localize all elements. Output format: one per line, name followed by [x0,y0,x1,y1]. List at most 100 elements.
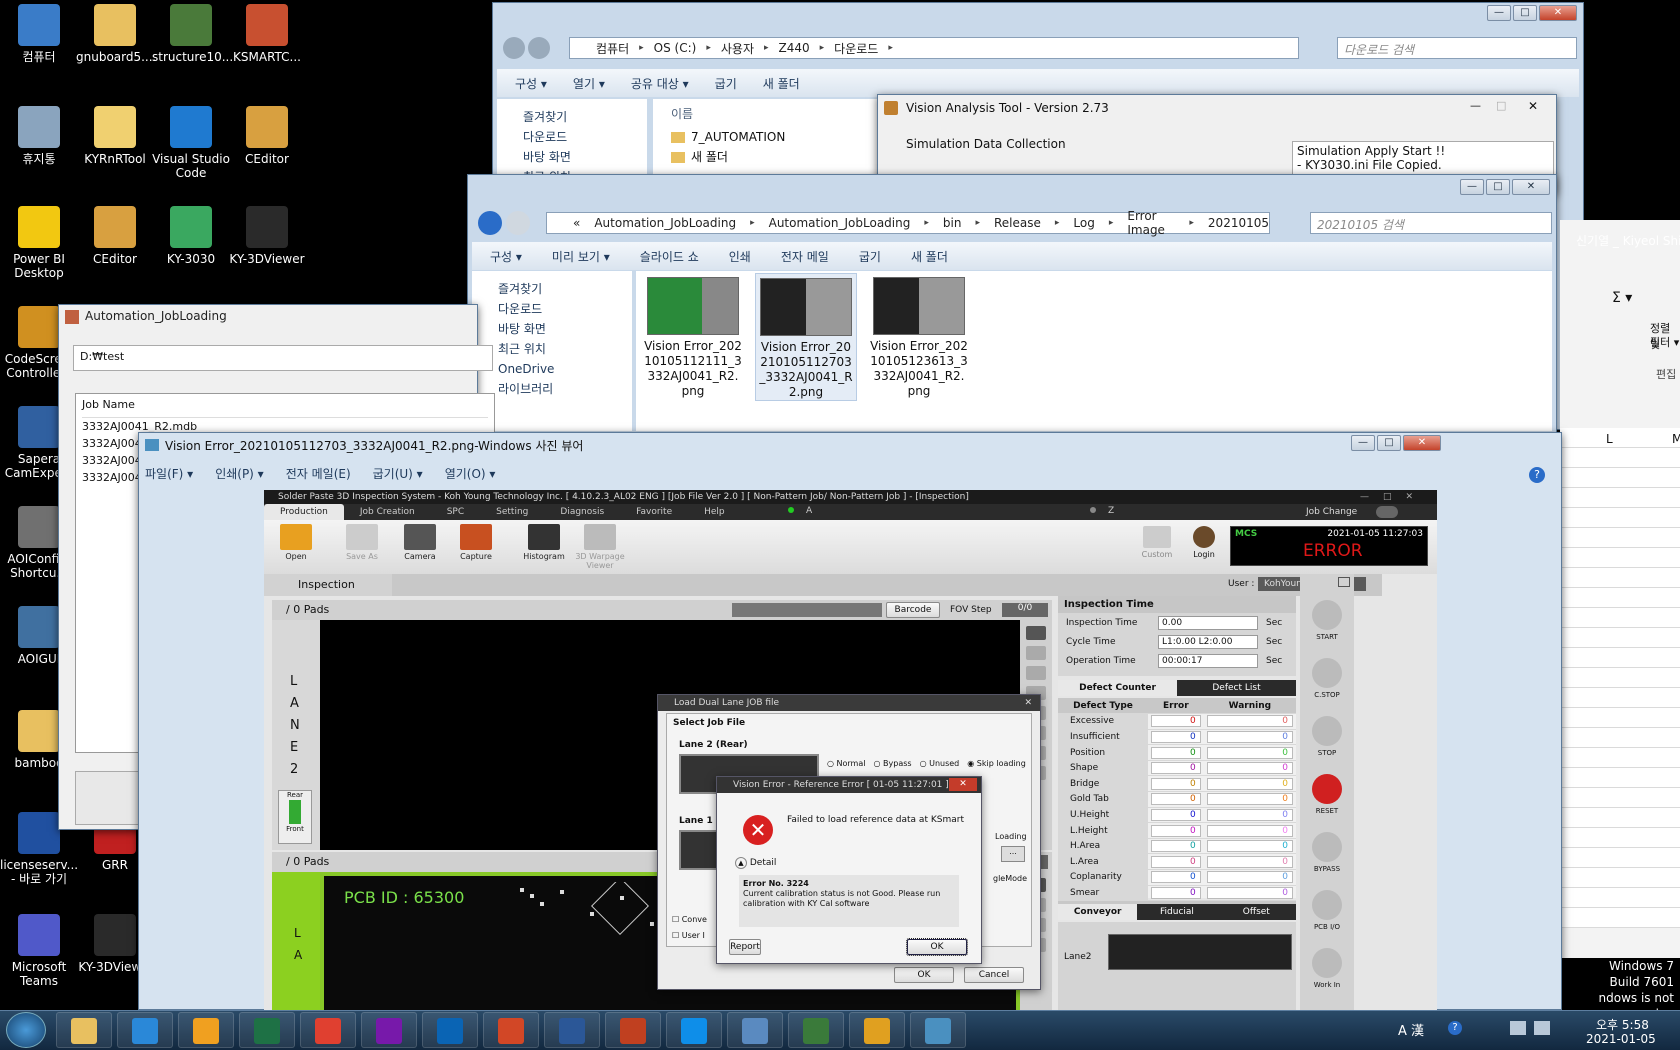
custom-button[interactable]: Custom [1132,526,1182,559]
ky-tab[interactable]: Help [688,504,741,520]
view-tool-icon[interactable] [1026,646,1046,660]
help-icon[interactable]: ? [1448,1021,1462,1035]
detail-toggle[interactable]: ▲ Detail [735,857,776,869]
desktop-icon[interactable]: 휴지통 [0,106,78,166]
minimize-button[interactable]: — [1487,5,1511,21]
chevron-right-icon[interactable]: ▸ [750,218,755,228]
desktop-icon[interactable]: KYRnRTool [76,106,154,166]
search-input[interactable]: 다운로드 검색 [1337,37,1577,59]
rear-front-switch[interactable]: Rear Front [278,790,312,844]
breadcrumb-overflow[interactable]: « [573,216,580,230]
breadcrumb-item[interactable]: 20210105 [1208,216,1269,230]
eye-icon[interactable] [1376,506,1398,518]
ky-tab[interactable]: Favorite [620,504,688,520]
chevron-right-icon[interactable]: ▸ [1189,218,1194,228]
start-button[interactable] [6,1012,46,1048]
viewer-menu-item[interactable]: 굽기(U) ▾ [373,465,423,482]
minimize-button[interactable]: — [1460,179,1484,195]
image-file-item[interactable]: Vision Error_20210105123613_3332AJ0041_R… [868,273,970,399]
counter-tab[interactable]: Defect List [1177,680,1296,696]
taskbar-app-chrome[interactable] [300,1012,356,1048]
breadcrumb-item[interactable]: 사용자 [721,40,754,57]
close-icon[interactable]: ✕ [1024,695,1032,711]
ribbon-filter[interactable]: 필터 ▾ [1650,334,1679,350]
side-action-button[interactable]: Work In [1300,948,1354,989]
nav-item[interactable]: 다운로드 [498,299,632,319]
taskbar-app-outlook[interactable] [422,1012,478,1048]
maximize-button[interactable]: □ [1513,5,1537,21]
ky-tab[interactable]: Job Creation [344,504,431,520]
job-change[interactable]: Job Change [1306,507,1357,517]
side-action-button[interactable]: PCB I/O [1300,890,1354,931]
ky-tool-button[interactable]: Histogram [518,524,570,561]
close-button[interactable]: ✕ [1528,99,1538,113]
taskbar-app-onenote[interactable] [361,1012,417,1048]
command-button[interactable]: 슬라이드 쇼 [640,248,699,265]
chevron-right-icon[interactable]: ▸ [924,218,929,228]
ky-tool-button[interactable]: Open [270,524,322,561]
conveyor-checkbox[interactable]: ☐ Conve [672,915,707,924]
path-field[interactable]: D:₩test [73,345,493,371]
taskbar-app-excel[interactable] [239,1012,295,1048]
chevron-right-icon[interactable]: ▸ [975,218,980,228]
image-file-item[interactable]: Vision Error_20210105112111_3332AJ0041_R… [642,273,744,399]
command-button[interactable]: 구성 ▾ [515,75,547,92]
maximize-button[interactable]: □ [1486,179,1510,195]
panel-toggle-icon[interactable] [1338,577,1350,587]
command-button[interactable]: 굽기 [715,75,737,92]
view-tool-icon[interactable] [1026,666,1046,680]
help-icon[interactable]: ? [1529,467,1545,483]
close-icon[interactable]: ✕ [949,778,977,791]
chevron-right-icon[interactable]: ▸ [1055,218,1060,228]
ok-button[interactable]: OK [894,967,954,983]
view-tool-icon[interactable] [1026,626,1046,640]
breadcrumb-item[interactable]: Automation_JobLoading [594,216,736,230]
back-arrow-icon[interactable] [503,37,525,59]
ime-indicator[interactable]: A 漢 [1398,1020,1424,1039]
mode-radio[interactable]: ○ Bypass [873,759,911,768]
desktop-icon[interactable]: CEditor [228,106,306,166]
mode-radio[interactable]: ◉ Skip loading [967,759,1026,768]
ky-tab[interactable]: SPC [431,504,480,520]
mode-radio[interactable]: ○ Unused [920,759,960,768]
inspection-tab[interactable]: Inspection [264,574,392,596]
desktop-icon[interactable]: CEditor [76,206,154,266]
clock-time[interactable]: 오후 5:58 [1596,1016,1649,1033]
taskbar-app-explorer[interactable] [56,1012,112,1048]
chevron-right-icon[interactable]: ▸ [820,43,825,53]
maximize-button[interactable]: □ [1496,99,1506,112]
job-name-header[interactable]: Job Name [82,398,488,418]
chevron-right-icon[interactable]: ▸ [639,43,644,53]
command-button[interactable]: 인쇄 [729,248,751,265]
close-button[interactable]: ✕ [1512,179,1550,195]
viewer-menu-item[interactable]: 파일(F) ▾ [145,465,193,482]
desktop-icon[interactable]: KSMARTC... [228,4,306,64]
desktop-icon[interactable]: KY-3DViewer [228,206,306,266]
barcode-button[interactable]: Barcode [886,602,940,618]
volume-icon[interactable] [1534,1021,1550,1035]
viewer-menu-item[interactable]: 인쇄(P) ▾ [215,465,264,482]
breadcrumb-item[interactable]: 컴퓨터 [596,40,629,57]
side-action-button[interactable]: BYPASS [1300,832,1354,873]
side-action-button[interactable]: STOP [1300,716,1354,757]
viewer-menu-item[interactable]: 전자 메일(E) [286,465,351,482]
taskbar-app-teamviewer[interactable] [666,1012,722,1048]
breadcrumb-item[interactable]: Z440 [779,41,810,55]
desktop-icon[interactable]: structure10... [152,4,233,64]
forward-arrow-icon[interactable] [528,37,550,59]
breadcrumb-item[interactable]: 다운로드 [834,40,878,57]
desktop-icon[interactable]: gnuboard5.... [76,4,156,64]
clock-date[interactable]: 2021-01-05 [1586,1032,1656,1046]
command-button[interactable]: 새 폴더 [911,248,948,265]
conveyor-tab[interactable]: Fiducial [1137,904,1217,920]
counter-tab[interactable]: Defect Counter [1058,680,1177,696]
breadcrumb-item[interactable]: Release [994,216,1041,230]
nav-item[interactable]: 최근 위치 [498,339,632,359]
close-button[interactable]: ✕ [1539,5,1577,21]
command-button[interactable]: 공유 대상 ▾ [631,75,689,92]
nav-item[interactable]: OneDrive [498,359,632,379]
nav-item[interactable]: 즐겨찾기 [523,107,647,127]
ky-tab[interactable]: Diagnosis [544,504,620,520]
command-button[interactable]: 구성 ▾ [490,248,522,265]
chevron-right-icon[interactable]: ▸ [888,43,893,53]
